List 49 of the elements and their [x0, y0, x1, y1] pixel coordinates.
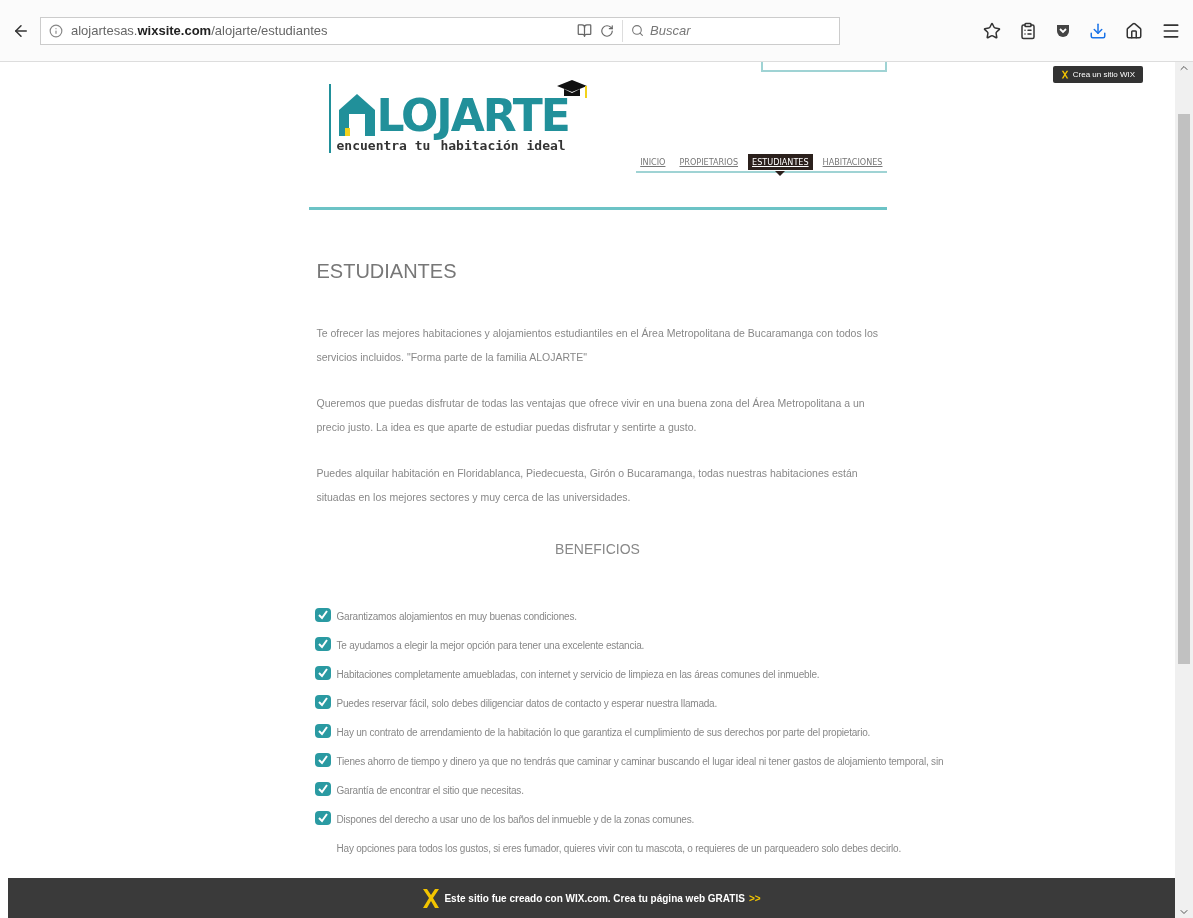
logo: LOJARTE encuentra tu habitación ideal: [328, 84, 589, 153]
check-icon: [314, 637, 331, 651]
home-icon[interactable]: [1125, 21, 1143, 40]
section-title: BENEFICIOS: [554, 541, 641, 557]
benefit-text: Hay opciones para todos los gustos, si eres fumador, quieres vivir con tu mascota, o requieres de un parqueadero solo debes decirlo.: [336, 843, 901, 854]
badge-text: Crea un sitio WIX: [1072, 70, 1135, 79]
check-icon: [314, 782, 331, 796]
nav-tab[interactable]: HABITACIONES: [818, 154, 887, 170]
check-icon: [314, 608, 331, 622]
reload-icon[interactable]: [600, 23, 614, 38]
benefit-text: Hay un contrato de arrendamiento de la habitación lo que garantiza el cumplimiento de sus derechos por parte del propietario.: [336, 727, 871, 738]
wix-badge[interactable]: Crea un sitio WIX: [1052, 66, 1143, 83]
url-text: alojartesas.wixsite.com/alojarte/estudiantes: [71, 23, 329, 38]
page-title: ESTUDIANTES: [316, 260, 458, 283]
check-icon: [314, 811, 331, 825]
check-icon: [314, 666, 331, 680]
download-icon[interactable]: [1089, 21, 1107, 40]
banner-text: Este sitio fue creado con WIX.com. Crea tu página web GRATIS: [444, 892, 745, 904]
shield-icon[interactable]: [1055, 22, 1071, 39]
scrollbar-thumb[interactable]: [1178, 114, 1190, 664]
paragraph: Puedes alquilar habitación en Floridablanca, Piedecuesta, Girón o Bucaramanga, todas nuestras habitaciones están situadas en los mejores sectores y muy cerca de las universidades.: [316, 466, 859, 505]
benefit-text: Garantizamos alojamientos en muy buenas condiciones.: [336, 611, 577, 622]
reader-icon[interactable]: [577, 23, 592, 38]
logo-tagline: encuentra tu: [336, 138, 431, 153]
clipboard-icon[interactable]: [1019, 21, 1037, 40]
nav-tab[interactable]: PROPIETARIOS: [675, 154, 743, 170]
benefit-text: Dispones del derecho a usar uno de los baños del inmueble y de la zonas comunes.: [336, 814, 695, 825]
search-icon: [631, 24, 644, 37]
search-field[interactable]: Buscar: [648, 22, 802, 39]
nav-tab[interactable]: INICIO: [636, 154, 670, 170]
banner-arrows: >>: [748, 892, 761, 904]
check-icon: [314, 695, 331, 709]
benefit-text: Te ayudamos a elegir la mejor opción para tener una excelente estancia.: [336, 640, 645, 651]
benefit-text: Tienes ahorro de tiempo y dinero ya que no tendrás que caminar y caminar buscando el lugar ideal ni tener gastos de alojamiento temporal, sin: [336, 756, 944, 767]
bookmark-star-icon[interactable]: [983, 21, 1001, 40]
tab-pointer-icon: [775, 171, 786, 176]
wix-icon: [1060, 70, 1069, 79]
benefit-text: Puedes reservar fácil, solo debes diligenciar datos de contacto y esperar nuestra llamada.: [336, 698, 718, 709]
benefit-text: Garantía de encontrar el sitio que necesitas.: [336, 785, 524, 796]
url-field[interactable]: alojartesas.wixsite.com/alojarte/estudiantes Buscar: [40, 16, 840, 45]
check-icon: [314, 753, 331, 767]
info-icon[interactable]: [49, 23, 63, 38]
wix-banner[interactable]: Este sitio fue creado con WIX.com. Crea tu página web GRATIS >>: [8, 878, 1175, 918]
house-icon: [336, 92, 377, 138]
benefit-text: Habitaciones completamente amuebladas, con internet y servicio de limpieza en las áreas comunes del inmueble.: [336, 669, 820, 680]
check-icon: [314, 724, 331, 738]
paragraph: Queremos que puedas disfrutar de todas las ventajas que ofrece vivir en una buena zona del Área Metropolitana a un precio justo. La idea es que aparte de estudiar puedas disfrutar y sentirte a gusto.: [316, 396, 866, 435]
wix-icon: [422, 887, 441, 909]
paragraph: Te ofrecer las mejores habitaciones y alojamientos estudiantiles en el Área Metropolitana de Bucaramanga con todos los servicios incluidos. "Forma parte de la familia ALOJARTE": [316, 326, 879, 365]
